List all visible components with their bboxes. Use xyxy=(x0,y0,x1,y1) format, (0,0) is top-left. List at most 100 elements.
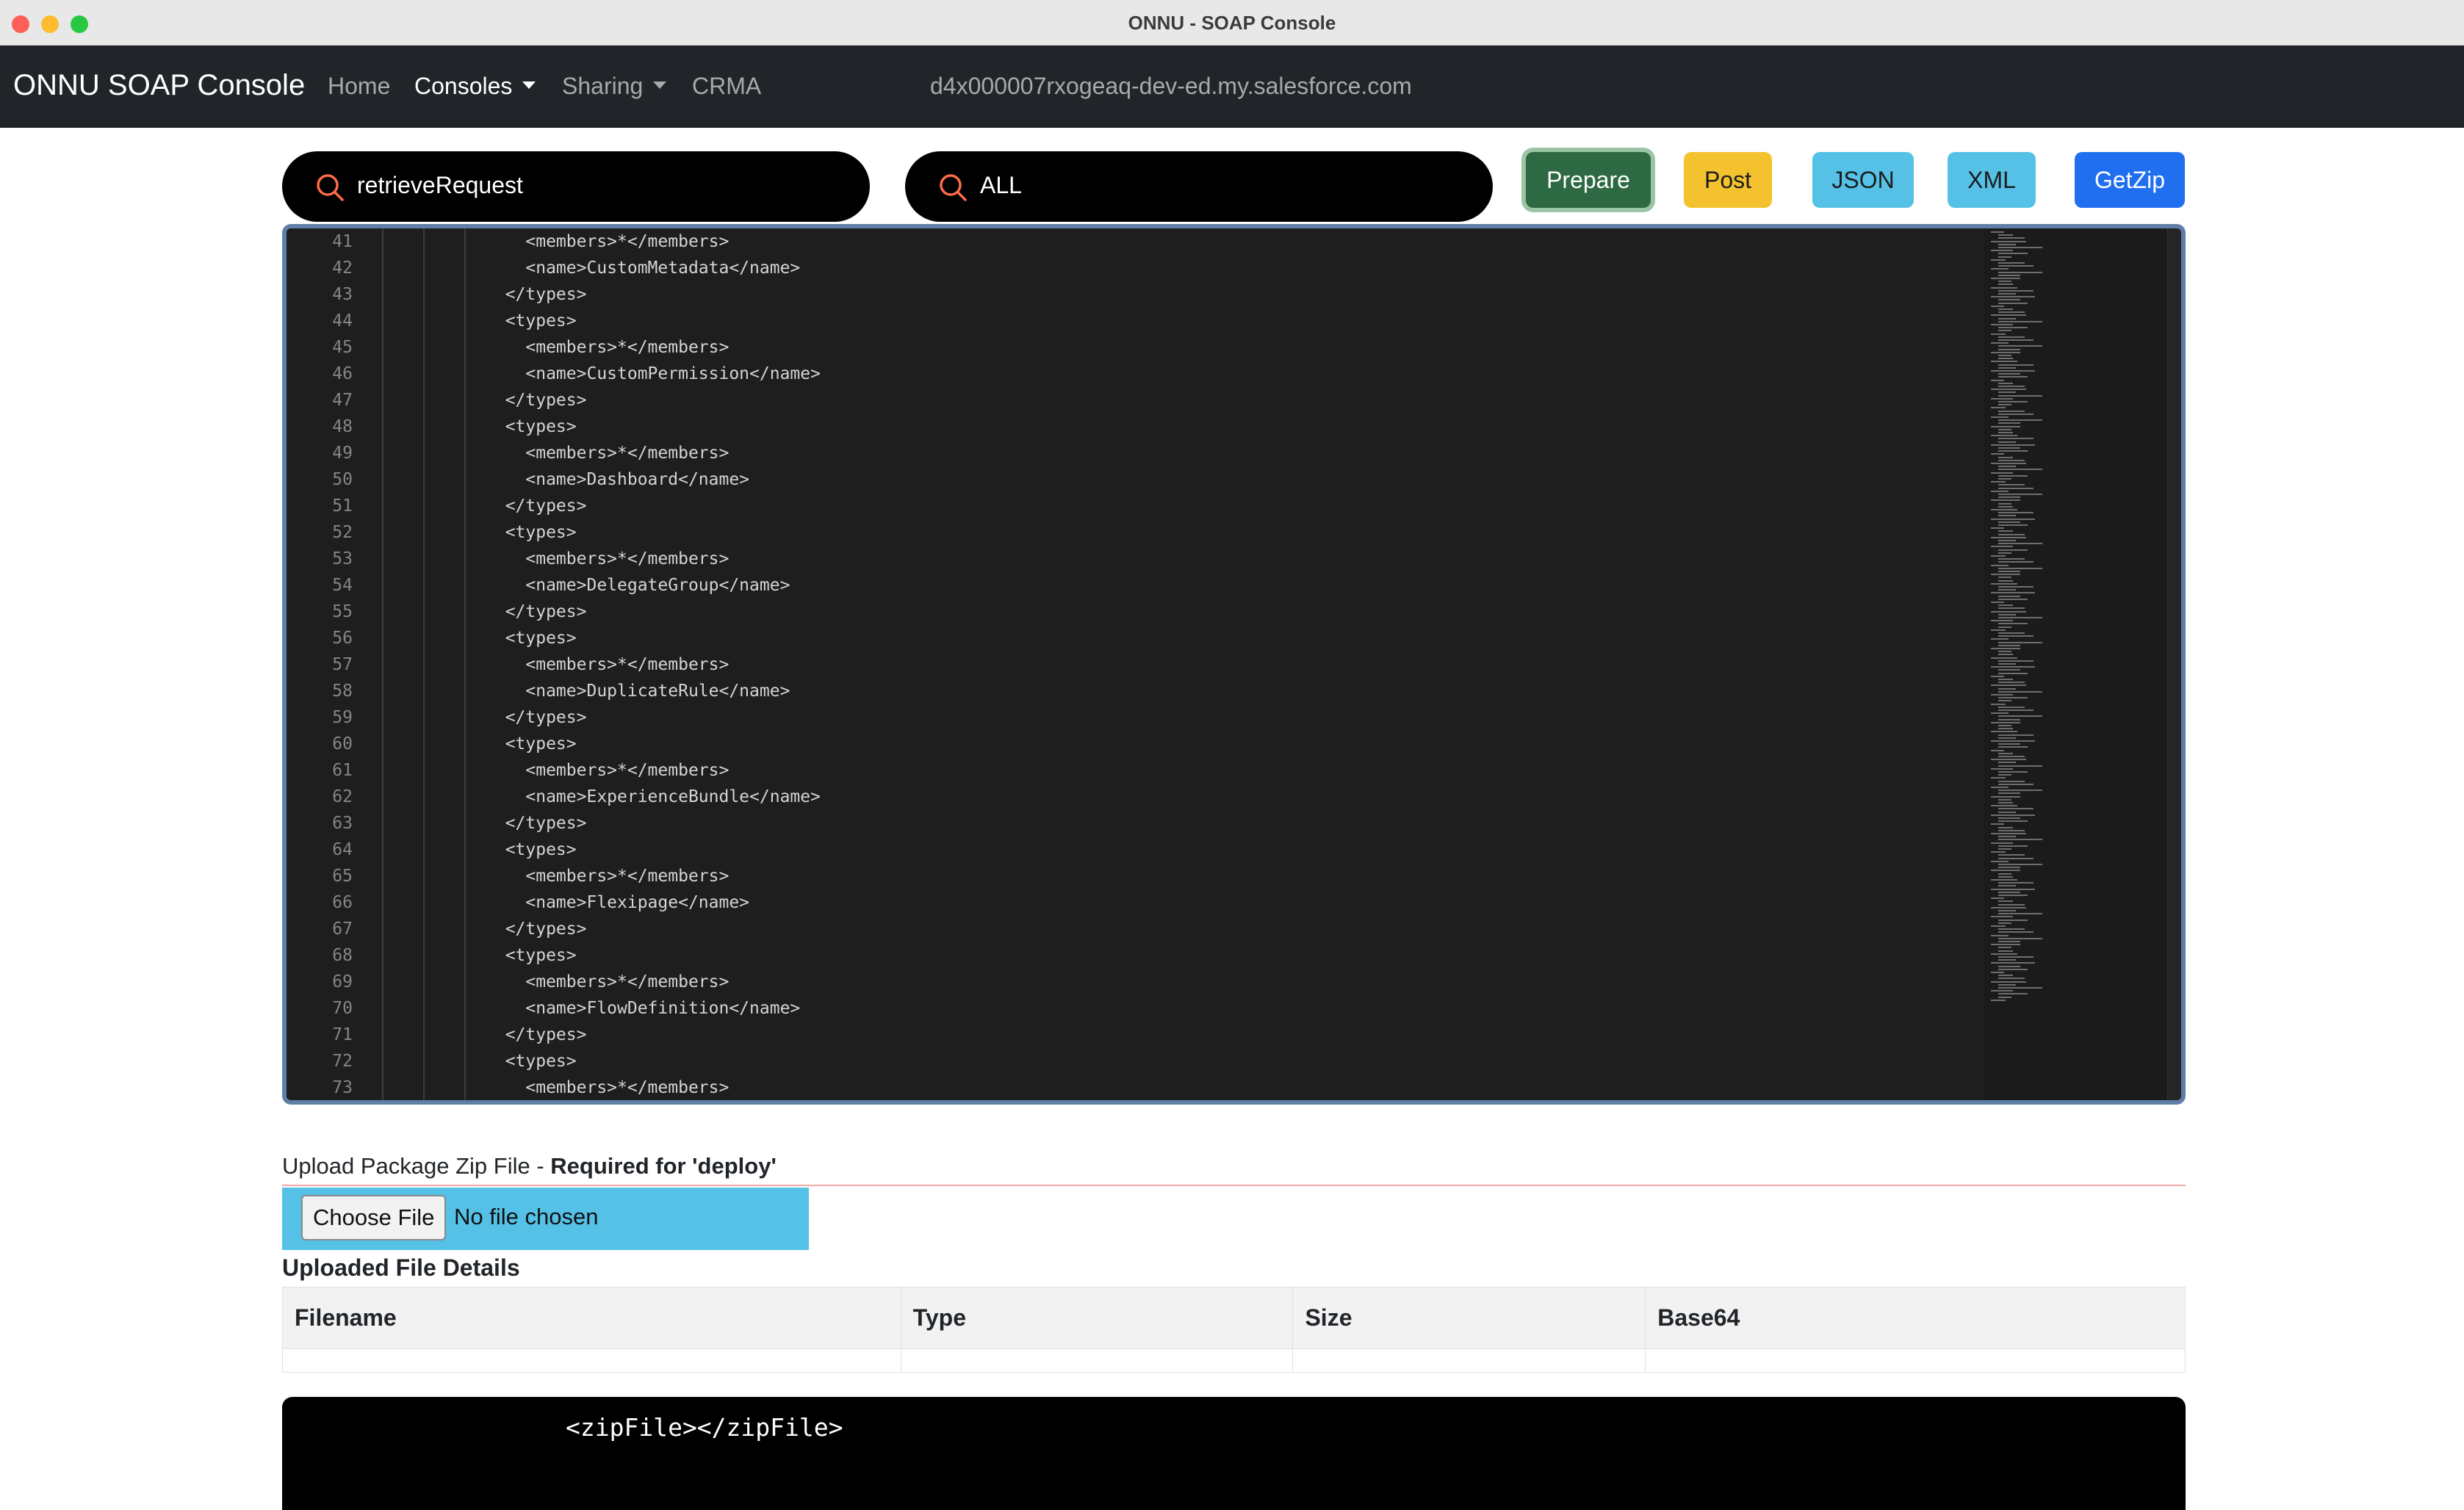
nav-home[interactable]: Home xyxy=(328,73,390,100)
minimap-line xyxy=(1998,345,2042,347)
minimap-line xyxy=(1998,533,2025,535)
line-number: 65 xyxy=(332,867,353,886)
minimap-line xyxy=(1998,586,2033,588)
minimap-line xyxy=(1998,271,2042,273)
code-line[interactable]: <members>*</members> xyxy=(485,1074,729,1100)
nav-consoles-dropdown[interactable]: Consoles xyxy=(414,73,536,100)
minimap-line xyxy=(1991,564,2009,566)
code-line[interactable]: <name>ExperienceBundle</name> xyxy=(485,784,821,810)
minimap-line xyxy=(1998,956,2033,958)
minimap-line xyxy=(1998,607,2025,610)
code-line[interactable]: <name>Dashboard</name> xyxy=(485,466,749,493)
post-button[interactable]: Post xyxy=(1684,152,1772,208)
line-number: 43 xyxy=(332,285,353,304)
code-line[interactable]: </types> xyxy=(485,599,587,625)
getzip-button[interactable]: GetZip xyxy=(2075,152,2185,208)
minimap-line xyxy=(1998,968,2028,970)
minimap-line xyxy=(1991,286,2017,289)
minimap-line xyxy=(1998,820,2028,823)
table-row xyxy=(282,1348,2186,1373)
code-line[interactable]: <members>*</members> xyxy=(485,969,729,995)
editor-minimap[interactable] xyxy=(1984,228,2167,1100)
minimap-line xyxy=(1991,453,2004,455)
minimap-line xyxy=(1998,496,2020,499)
line-number: 55 xyxy=(332,602,353,621)
code-editor[interactable]: 41 42 43 44 45 46 47 48 49 50 51 52 53 54 55 56 57 58 59 60… xyxy=(282,224,2186,1105)
minimap-line xyxy=(1991,610,2026,613)
code-line[interactable]: </types> xyxy=(485,387,587,413)
code-line[interactable]: <members>*</members> xyxy=(485,651,729,678)
minimap-line xyxy=(1998,959,2016,961)
minimap-line xyxy=(1998,728,2013,730)
code-area[interactable]: <members>*</members> <name>CustomMetadat… xyxy=(382,228,2181,1100)
indent-guide xyxy=(382,228,383,1100)
code-line[interactable]: <types> xyxy=(485,413,577,440)
minimap-line xyxy=(1998,327,2028,329)
code-line[interactable]: <types> xyxy=(485,942,577,969)
method-search-value: retrieveRequest xyxy=(357,172,523,198)
minimap-line xyxy=(1998,376,2028,378)
minimap-line xyxy=(1998,734,2033,736)
code-line[interactable]: <name>CustomPermission</name> xyxy=(485,361,821,387)
code-line[interactable]: <name>DuplicateRule</name> xyxy=(485,678,790,704)
minimap-line xyxy=(1998,993,2028,995)
minimap-line xyxy=(1991,296,2035,298)
editor-scrollbar[interactable] xyxy=(2167,228,2181,1100)
code-line[interactable]: <name>FlowDefinition</name> xyxy=(485,995,800,1022)
code-line[interactable]: </types> xyxy=(485,916,587,942)
code-line[interactable]: <types> xyxy=(485,625,577,651)
code-line[interactable]: </types> xyxy=(485,1022,587,1048)
minimap-line xyxy=(1998,311,2025,314)
code-line[interactable]: </types> xyxy=(485,281,587,308)
json-button[interactable]: JSON xyxy=(1812,152,1914,208)
prepare-button[interactable]: Prepare xyxy=(1526,152,1651,208)
code-line[interactable]: <name>DelegateGroup</name> xyxy=(485,572,790,599)
minimap-line xyxy=(1998,882,2033,884)
minimap-line xyxy=(1991,740,2035,742)
minimap-line xyxy=(1991,990,2013,992)
code-line[interactable]: <name>CustomMetadata</name> xyxy=(485,255,800,281)
choose-file-button[interactable]: Choose File xyxy=(301,1195,447,1240)
method-search-input[interactable]: retrieveRequest xyxy=(282,151,870,222)
code-line[interactable]: <name>Flexipage</name> xyxy=(485,889,749,916)
minimap-line xyxy=(1991,860,2009,862)
code-line[interactable]: <members>*</members> xyxy=(485,440,729,466)
minimap-line xyxy=(1991,629,2006,631)
minimap-line xyxy=(1998,928,2025,931)
code-line[interactable]: <members>*</members> xyxy=(485,228,729,255)
code-line[interactable]: <types> xyxy=(485,731,577,757)
minimap-line xyxy=(1998,617,2042,618)
minimap-line xyxy=(1998,635,2033,637)
minimap-line xyxy=(1998,466,2016,468)
code-line[interactable]: <types> xyxy=(485,308,577,334)
line-number: 54 xyxy=(332,576,353,595)
code-line[interactable]: <members>*</members> xyxy=(485,863,729,889)
minimap-line xyxy=(1991,787,2009,788)
table-cell xyxy=(1292,1348,1646,1373)
code-line[interactable]: </types> xyxy=(485,704,587,731)
minimap-line xyxy=(1998,579,2013,582)
line-number: 71 xyxy=(332,1025,353,1044)
code-line[interactable]: <members>*</members> xyxy=(485,546,729,572)
navbar-brand[interactable]: ONNU SOAP Console xyxy=(13,69,305,102)
minimap-line xyxy=(1991,527,2004,530)
zip-output-text: <zipFile></zipFile> xyxy=(566,1413,843,1442)
nav-sharing-dropdown[interactable]: Sharing xyxy=(562,73,667,100)
code-line[interactable]: <members>*</members> xyxy=(485,334,729,361)
filter-search-input[interactable]: ALL xyxy=(905,151,1493,222)
code-line[interactable]: <members>*</members> xyxy=(485,757,729,784)
code-line[interactable]: <types> xyxy=(485,837,577,863)
minimap-line xyxy=(1991,240,2026,242)
chevron-down-icon xyxy=(653,81,667,89)
nav-crma[interactable]: CRMA xyxy=(692,73,761,100)
code-line[interactable]: </types> xyxy=(485,810,587,837)
xml-button[interactable]: XML xyxy=(1948,152,2036,208)
code-line[interactable]: <types> xyxy=(485,519,577,546)
minimap-line xyxy=(1991,944,2020,946)
file-upload-input[interactable]: Choose File No file chosen xyxy=(282,1188,809,1250)
minimap-line xyxy=(1998,432,2013,433)
code-line[interactable]: <types> xyxy=(485,1048,577,1074)
minimap-line xyxy=(1991,721,2020,723)
code-line[interactable]: </types> xyxy=(485,493,587,519)
zip-output-area[interactable]: <zipFile></zipFile> xyxy=(282,1397,2186,1510)
